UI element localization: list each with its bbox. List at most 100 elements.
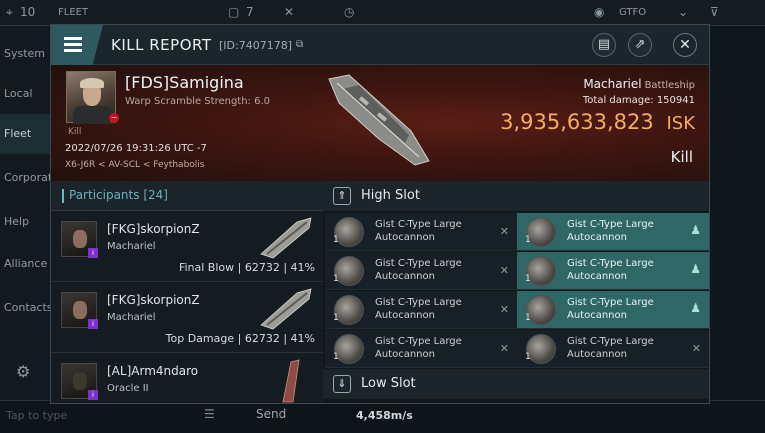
report-id: [ID:7407178] [219, 39, 292, 52]
participant-stats: Final Blow | 62732 | 41% [178, 261, 315, 274]
menu-icon[interactable]: ☰ [204, 407, 215, 421]
avatar: i [61, 221, 98, 258]
clipboard-button[interactable]: ▤ [592, 33, 616, 57]
participants-panel: Participants [24] i [FKG]skorpionZ Macha… [51, 181, 323, 403]
slot-item-name: Gist C-Type Large Autocannon [375, 336, 462, 360]
local-count: 10 [20, 5, 36, 19]
slot-item[interactable]: 1 Gist C-Type Large Autocannon ♟ [517, 213, 709, 251]
participant-ship-image [260, 217, 312, 259]
burger-line [64, 49, 82, 52]
destroyed-icon: ✕ [691, 342, 701, 355]
high-slot-header: ⇑ High Slot [323, 181, 709, 211]
chat-input[interactable]: Tap to type [6, 409, 67, 422]
isk-unit: ISK [666, 113, 695, 134]
warp-scramble-strength: Warp Scramble Strength: 6.0 [125, 96, 271, 107]
close-button[interactable]: ✕ [673, 33, 697, 57]
section-marker [62, 189, 64, 203]
participant-row[interactable]: i [FKG]skorpionZ Machariel Top Damage | … [51, 283, 323, 353]
destroyed-icon: ✕ [499, 342, 509, 355]
nav-fleet[interactable]: Fleet [0, 114, 50, 154]
avatar-face [73, 230, 87, 248]
participant-ship: Machariel [107, 241, 156, 252]
participant-ship: Machariel [107, 312, 156, 323]
participant-stats: Top Damage | 62732 | 41% [165, 332, 315, 345]
avatar-face [73, 301, 87, 319]
total-damage-label: Total damage: [582, 95, 654, 106]
clock-icon[interactable]: ◷ [344, 5, 354, 19]
eye-icon[interactable]: ◉ [594, 5, 604, 19]
victim-ship-image [328, 74, 430, 166]
slot-qty: 1 [333, 274, 339, 284]
bottom-bar: Tap to type ☰ Send 4,458m/s [0, 400, 765, 433]
dialog-title: KILL REPORT [111, 36, 212, 54]
low-slot-icon: ⇓ [333, 375, 351, 393]
fleet-tab[interactable]: FLEET [58, 7, 88, 18]
participants-title: Participants [24] [69, 188, 168, 202]
menu-button[interactable] [51, 25, 103, 65]
avatar: i [61, 363, 98, 400]
security-status-icon: − [109, 113, 119, 123]
isk-value: 3,935,633,823 ISK [500, 110, 695, 134]
chevron-down-icon[interactable]: ⌄ [678, 5, 688, 19]
nav-alliance[interactable]: Alliance [0, 244, 50, 284]
slot-item[interactable]: 1 Gist C-Type Large Autocannon ✕ [325, 330, 517, 368]
slot-item-name: Gist C-Type Large Autocannon [567, 219, 654, 243]
fitting-panel: ⇑ High Slot 1 Gist C-Type Large Autocann… [323, 181, 709, 403]
victim-banner: − [FDS]Samigina Warp Scramble Strength: … [51, 65, 709, 181]
total-damage: Total damage: 150941 [583, 95, 695, 106]
slot-item[interactable]: 1 Gist C-Type Large Autocannon ♟ [517, 252, 709, 290]
victim-name[interactable]: [FDS]Samigina [125, 73, 244, 92]
nav-contacts[interactable]: Contacts [0, 288, 50, 328]
participant-row[interactable]: i [AL]Arm4ndaro Oracle II [51, 354, 323, 403]
participant-ship-image [282, 359, 300, 403]
clipboard-icon: ▤ [597, 37, 611, 52]
avatar: i [61, 292, 98, 329]
nav-local[interactable]: Local [0, 74, 50, 114]
scan-icon[interactable]: ⌖ [6, 5, 13, 20]
nav-system[interactable]: System [0, 34, 50, 74]
send-button[interactable]: Send [256, 407, 286, 421]
participant-ship: Oracle II [107, 383, 149, 394]
slot-item[interactable]: 1 Gist C-Type Large Autocannon ✕ [325, 291, 517, 329]
kill-location[interactable]: X6-J6R < AV-SCL < Feythabolis [65, 160, 204, 170]
high-slot-icon: ⇑ [333, 187, 351, 205]
doc-count: 7 [246, 5, 254, 19]
document-icon[interactable]: ▢ [228, 5, 239, 19]
result-label: Kill [670, 148, 693, 166]
slot-qty: 1 [525, 274, 531, 284]
slot-item[interactable]: 1 Gist C-Type Large Autocannon ✕ [517, 330, 709, 368]
slot-item-name: Gist C-Type Large Autocannon [375, 219, 462, 243]
destroyed-icon: ✕ [499, 225, 509, 238]
copy-icon[interactable]: ⧉ [296, 39, 303, 50]
participant-row[interactable]: i [FKG]skorpionZ Machariel Final Blow | … [51, 212, 323, 282]
corp-badge-icon: i [88, 319, 98, 329]
corp-badge-icon: i [88, 248, 98, 258]
isk-amount: 3,935,633,823 [500, 110, 654, 134]
slot-item-name: Gist C-Type Large Autocannon [375, 258, 462, 282]
external-link-icon: ⇗ [634, 37, 646, 52]
slot-item[interactable]: 1 Gist C-Type Large Autocannon ✕ [325, 213, 517, 251]
participants-header: Participants [24] [51, 181, 323, 211]
settings-icon[interactable]: ⚙ [0, 354, 50, 394]
slot-item-name: Gist C-Type Large Autocannon [567, 297, 654, 321]
nav-help[interactable]: Help [0, 202, 50, 242]
status-select[interactable]: GTFO [619, 7, 646, 18]
slot-item[interactable]: 1 Gist C-Type Large Autocannon ♟ [517, 291, 709, 329]
nav-corporation[interactable]: Corporation [0, 158, 50, 198]
close-icon: ✕ [679, 37, 691, 53]
close-icon[interactable]: ✕ [284, 5, 294, 19]
low-slot-header: ⇓ Low Slot [323, 369, 709, 399]
low-slot-label: Low Slot [361, 376, 416, 391]
victim-kill-tag: Kill [68, 127, 82, 137]
slot-item[interactable]: 1 Gist C-Type Large Autocannon ✕ [325, 252, 517, 290]
left-nav: System Local Fleet Corporation Help Alli… [0, 26, 50, 433]
slot-item-name: Gist C-Type Large Autocannon [567, 258, 654, 282]
slot-qty: 1 [333, 352, 339, 362]
burger-line [64, 43, 82, 46]
share-button[interactable]: ⇗ [628, 33, 652, 57]
filter-icon[interactable]: ⊽ [710, 5, 719, 19]
burger-line [64, 37, 82, 40]
person-icon: ♟ [690, 223, 701, 237]
slot-qty: 1 [333, 313, 339, 323]
slot-item-name: Gist C-Type Large Autocannon [375, 297, 462, 321]
